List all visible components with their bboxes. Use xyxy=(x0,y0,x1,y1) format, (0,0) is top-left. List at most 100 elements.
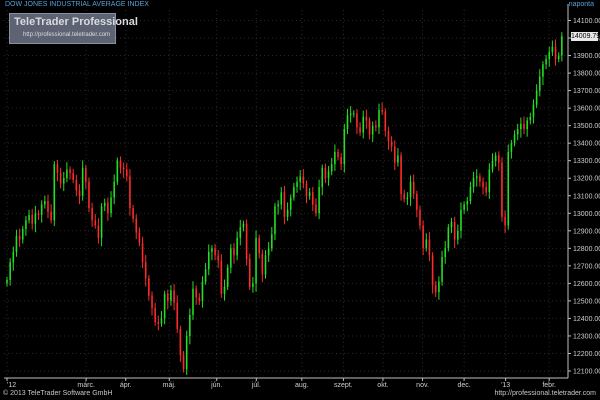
candle-body xyxy=(516,129,519,135)
candle-body xyxy=(258,237,261,254)
y-tick-label: 13100.00 xyxy=(573,193,600,200)
y-tick-label: 12700.00 xyxy=(573,263,600,270)
candle-body xyxy=(100,206,103,238)
candle-body xyxy=(561,36,563,56)
candle-body xyxy=(368,120,371,135)
price-chart: 12100.00 12200.00 12300.00 12400.00 12500.00… xyxy=(4,4,600,389)
candle-body xyxy=(163,293,166,319)
y-tick-label: 12600.00 xyxy=(573,281,600,288)
x-tick-label: okt. xyxy=(377,382,388,389)
candle-body xyxy=(535,90,538,105)
candle-body xyxy=(551,46,554,53)
candle-body xyxy=(475,176,478,179)
candle-body xyxy=(324,167,327,179)
candle-body xyxy=(327,171,330,179)
candle-body xyxy=(125,169,128,177)
candle-body xyxy=(9,262,11,280)
candle-body xyxy=(151,295,153,308)
candle-body xyxy=(217,255,220,261)
candle-body xyxy=(75,179,78,191)
candle-body xyxy=(494,155,497,161)
candle-body xyxy=(211,248,213,252)
candle-body xyxy=(198,297,201,301)
last-value-marker: 14009.79 xyxy=(571,31,600,41)
candle-body xyxy=(513,134,516,144)
candle-body xyxy=(277,204,279,207)
candle-body xyxy=(267,248,270,256)
candlesticks xyxy=(6,32,563,376)
candle-body xyxy=(103,202,106,207)
candle-body xyxy=(434,285,437,293)
candle-body xyxy=(532,104,535,117)
candle-body xyxy=(485,186,487,193)
y-tick-label: 13500.00 xyxy=(573,123,600,130)
y-tick-label: 13000.00 xyxy=(573,211,600,218)
candle-body xyxy=(447,227,450,249)
candle-body xyxy=(393,146,396,163)
candle-body xyxy=(390,141,393,147)
candle-body xyxy=(182,355,185,370)
candle-body xyxy=(425,239,428,249)
x-tick-label: '13 xyxy=(501,382,510,389)
teletrader-logo: TeleTrader Professional http://professio… xyxy=(9,13,138,44)
y-tick-label: 13700.00 xyxy=(573,88,600,95)
candle-body xyxy=(488,169,491,193)
candle-body xyxy=(482,181,484,187)
y-tick-label: 12200.00 xyxy=(573,351,600,358)
candle-body xyxy=(422,225,424,249)
candle-body xyxy=(289,197,292,210)
candle-body xyxy=(308,192,311,196)
candle-body xyxy=(204,269,207,282)
candle-body xyxy=(236,237,238,256)
x-tick-label: márc. xyxy=(77,382,95,389)
candle-body xyxy=(283,192,286,217)
footer: © 2013 TeleTrader Software GmbH http://p… xyxy=(0,390,600,400)
candle-body xyxy=(97,225,100,238)
candle-body xyxy=(359,127,361,133)
candle-body xyxy=(545,59,547,65)
candle-body xyxy=(479,176,481,182)
candle-body xyxy=(274,206,276,235)
candle-body xyxy=(31,215,34,224)
candle-body xyxy=(523,123,525,130)
candle-body xyxy=(349,113,352,116)
x-tick-label: '12 xyxy=(7,382,16,389)
candle-body xyxy=(122,167,125,170)
x-tick-label: ápr. xyxy=(120,382,132,389)
candle-body xyxy=(463,204,465,210)
candle-body xyxy=(160,318,163,324)
candle-body xyxy=(286,209,289,217)
y-tick-labels: 12100.00 12200.00 12300.00 12400.00 12500.00… xyxy=(573,18,600,375)
y-tick-label: 13300.00 xyxy=(573,158,600,165)
candle-body xyxy=(548,52,551,60)
x-tick-label: jún. xyxy=(210,382,222,389)
candle-body xyxy=(387,130,390,142)
candle-body xyxy=(25,220,27,230)
candle-body xyxy=(192,288,194,315)
candle-body xyxy=(129,176,131,209)
candle-body xyxy=(28,215,30,221)
candle-body xyxy=(230,248,232,268)
y-tick-label: 13900.00 xyxy=(573,53,600,60)
candle-body xyxy=(460,209,462,231)
copyright-text: © 2013 TeleTrader Software GmbH xyxy=(3,390,113,397)
candle-body xyxy=(157,321,160,324)
candle-body xyxy=(173,290,175,303)
candle-body xyxy=(119,160,122,168)
candle-body xyxy=(56,164,59,173)
candle-body xyxy=(378,109,380,128)
candle-body xyxy=(504,216,506,226)
y-tick-label: 13400.00 xyxy=(573,141,600,148)
chart-frame: 12100.00 12200.00 12300.00 12400.00 12500.00… xyxy=(0,0,600,400)
period-label: naponta xyxy=(568,1,594,8)
candle-body xyxy=(371,125,374,135)
candle-body xyxy=(280,192,283,205)
candle-body xyxy=(12,251,15,263)
candle-body xyxy=(431,255,434,286)
candle-body xyxy=(343,129,346,165)
candle-body xyxy=(412,181,415,194)
candle-body xyxy=(223,286,226,294)
candle-body xyxy=(305,183,308,196)
candle-body xyxy=(428,239,431,256)
candle-body xyxy=(381,109,383,112)
